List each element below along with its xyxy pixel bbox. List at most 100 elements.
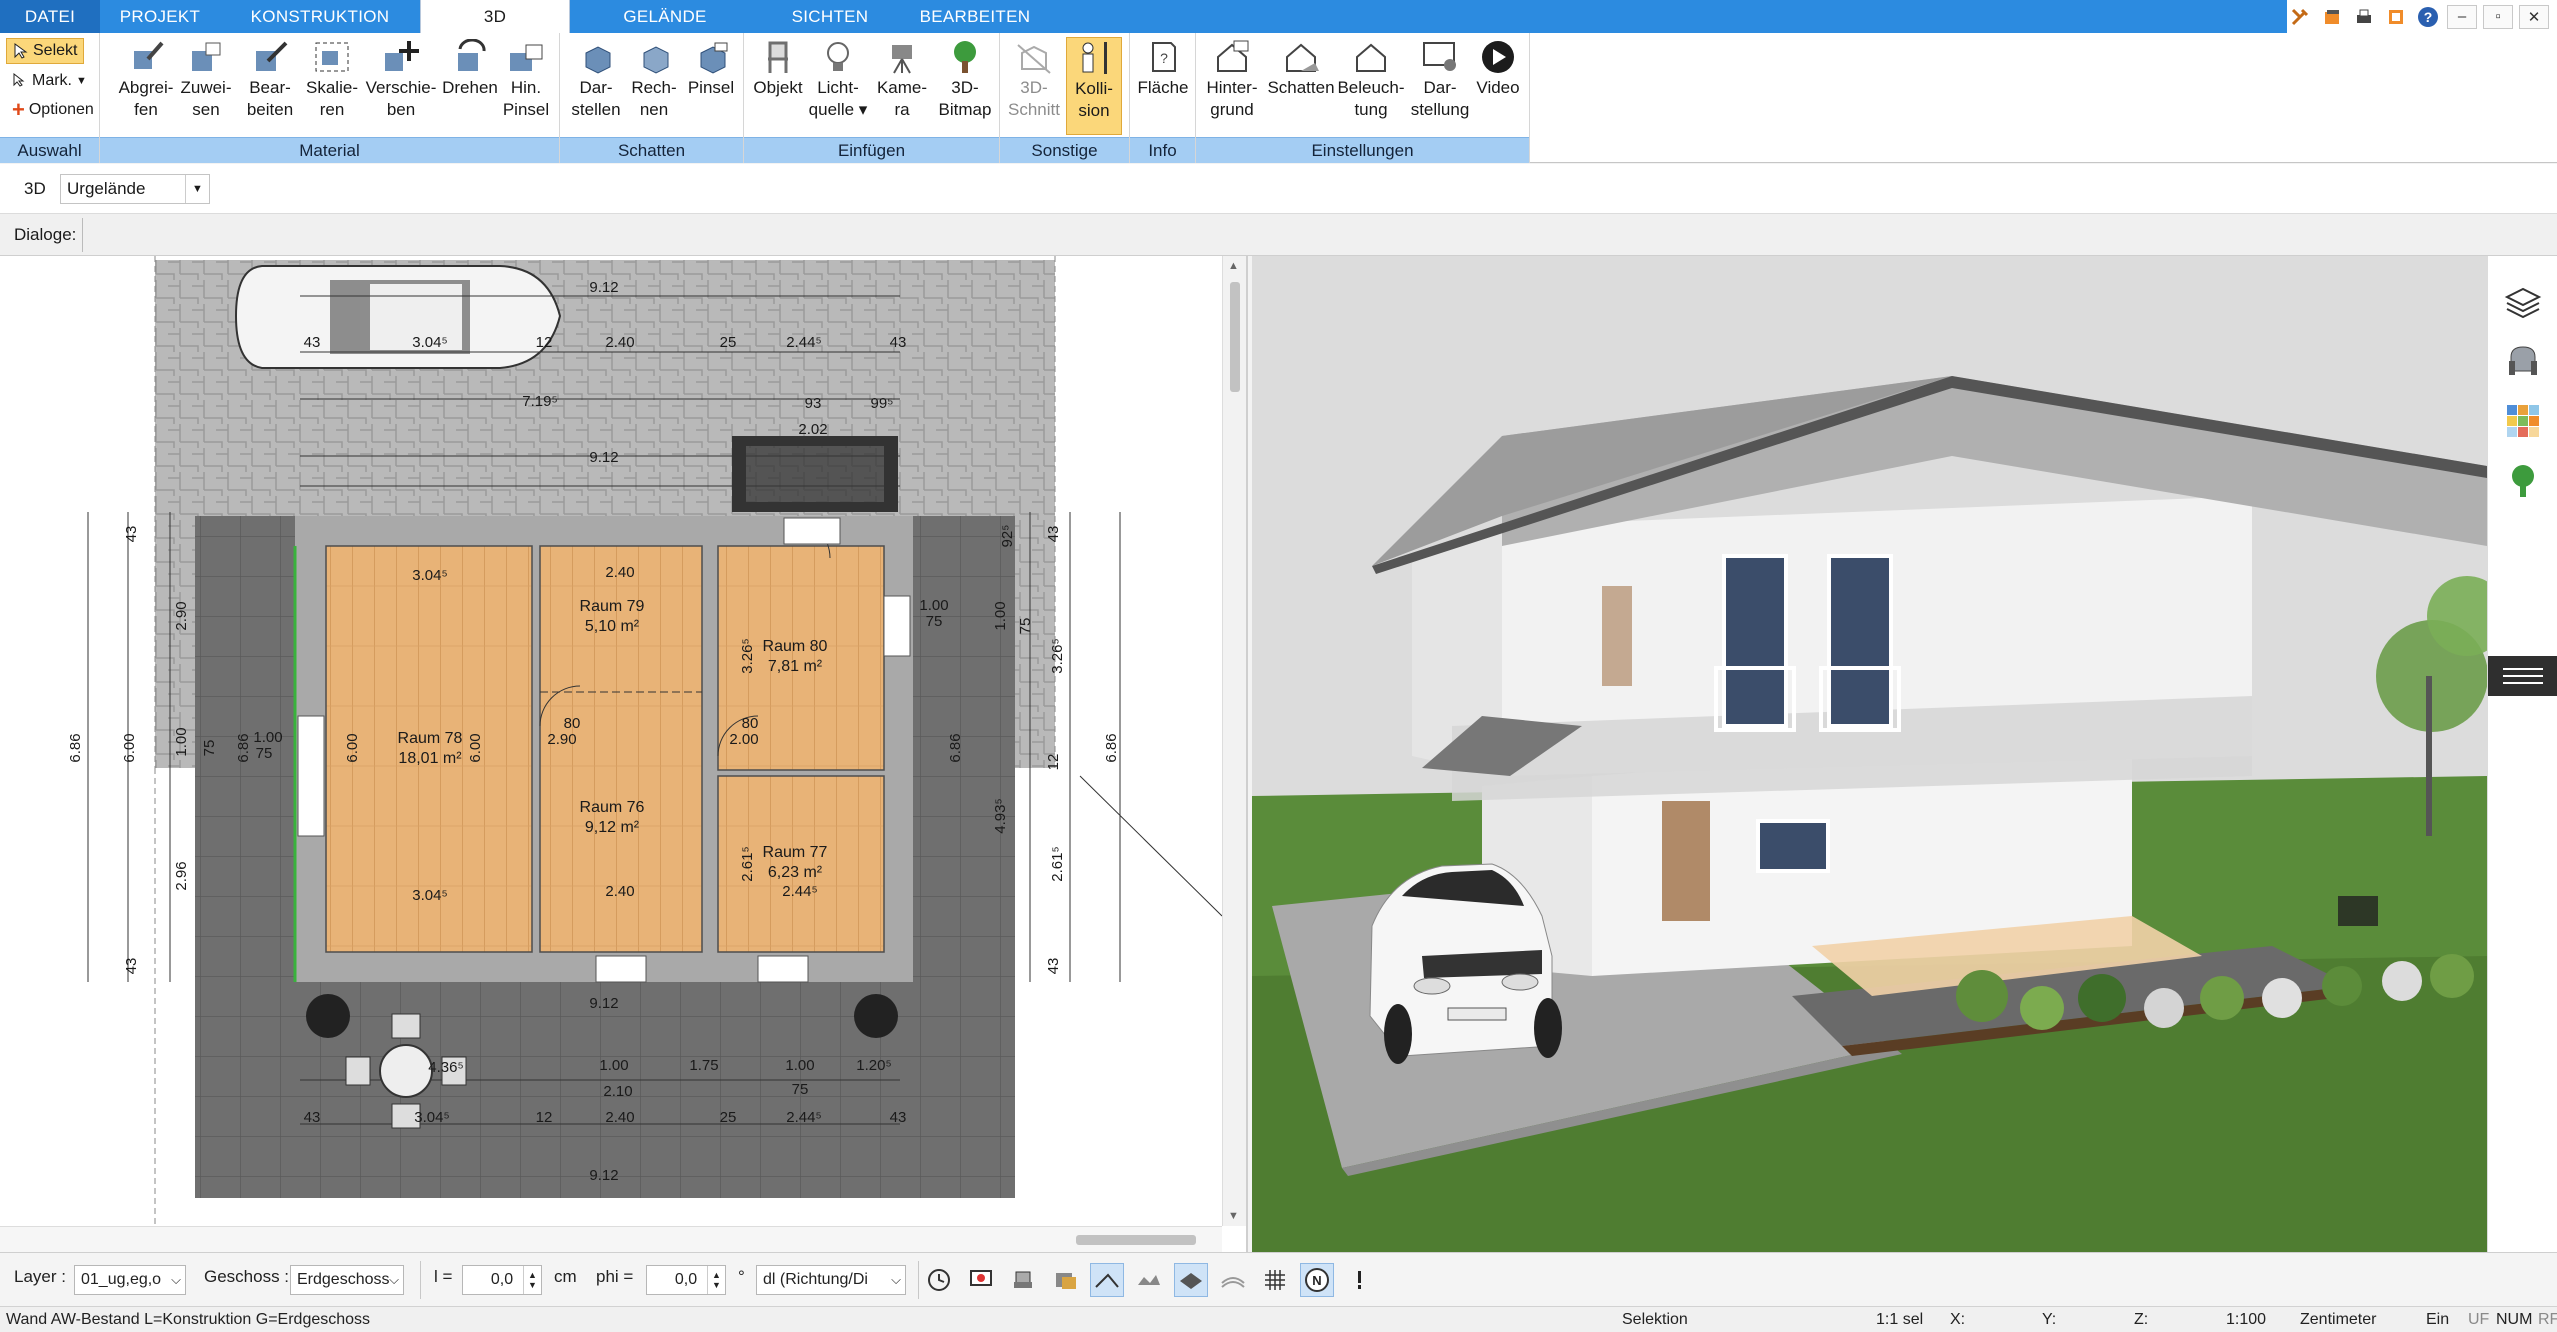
optionen-button[interactable]: + Optionen	[6, 97, 100, 123]
tab-konstruktion[interactable]: KONSTRUKTION	[220, 0, 420, 33]
hin-pinsel-button[interactable]: Hin. Pinsel	[500, 37, 552, 135]
scroll-thumb[interactable]	[1230, 282, 1240, 392]
collision-person-icon	[1072, 38, 1116, 78]
scroll-up-arrow[interactable]: ▲	[1228, 260, 1239, 272]
tab-sichten[interactable]: SICHTEN	[760, 0, 900, 33]
darstellung-button[interactable]: Dar-stellung	[1408, 37, 1472, 135]
tab-bearbeiten[interactable]: BEARBEITEN	[900, 0, 1050, 33]
clock-icon	[928, 1269, 950, 1291]
cursor-icon	[14, 43, 28, 59]
snap-tool-button[interactable]	[1006, 1263, 1040, 1297]
svg-text:6.86: 6.86	[67, 733, 84, 762]
plan-horizontal-scrollbar[interactable]	[0, 1226, 1222, 1252]
tools-icon[interactable]	[2287, 5, 2313, 29]
tab-label: SICHTEN	[791, 6, 869, 26]
room-78-area: 18,01 m²	[398, 750, 462, 767]
length-input[interactable]: 0,0 ▲ ▼	[462, 1265, 542, 1295]
maximize-button[interactable]: ▫	[2483, 4, 2513, 29]
room-80-name: Raum 80	[763, 638, 828, 655]
phi-input[interactable]: 0,0 ▲ ▼	[646, 1265, 726, 1295]
phi-unit: °	[738, 1267, 745, 1286]
svg-text:3.04⁵: 3.04⁵	[412, 887, 447, 904]
shrub	[306, 994, 350, 1038]
history-button[interactable]	[922, 1263, 956, 1297]
view-toolbar: 3D Urgelände ▼	[0, 164, 2557, 214]
selekt-button[interactable]: Selekt	[6, 38, 85, 64]
btn-label: Zuwei-	[180, 78, 232, 97]
objekt-button[interactable]: Objekt	[750, 37, 806, 135]
btn-label: Pinsel	[502, 100, 550, 119]
flaeche-button[interactable]: ? Fläche	[1136, 37, 1190, 135]
plants-catalog-button[interactable]	[2498, 456, 2548, 506]
car-topview[interactable]	[234, 265, 562, 369]
help-icon[interactable]: ?	[2415, 5, 2441, 29]
restore-layout-icon[interactable]	[2319, 5, 2345, 29]
grid-icon	[1265, 1270, 1285, 1290]
lichtquelle-button[interactable]: Licht-quelle ▾	[808, 37, 868, 135]
skalieren-button[interactable]: Skalie-ren	[302, 37, 362, 135]
verschieben-button[interactable]: Verschie-ben	[364, 37, 438, 135]
video-button[interactable]: Video	[1472, 37, 1524, 135]
floor-plan-view[interactable]: Raum 78 18,01 m² Raum 79 5,10 m² Raum 80…	[0, 256, 1248, 1252]
mark-button[interactable]: Mark. ▼	[6, 68, 93, 94]
direction-select[interactable]: dl (Richtung/Di ⌵	[756, 1265, 906, 1295]
3d-bitmap-button[interactable]: 3D- Bitmap	[936, 37, 994, 135]
schatten-pinsel-button[interactable]: Pinsel	[684, 37, 738, 135]
svg-text:7.19⁵: 7.19⁵	[522, 393, 557, 410]
phi-value: 0,0	[674, 1271, 698, 1288]
panel-toggle-button[interactable]	[2488, 656, 2557, 696]
material-catalog-button[interactable]	[2498, 396, 2548, 446]
minimize-button[interactable]: ‒	[2447, 4, 2477, 29]
kollision-button[interactable]: Kolli-sion	[1066, 37, 1122, 135]
slope-tool-button[interactable]	[1090, 1263, 1124, 1297]
terrain-tool-button[interactable]	[1132, 1263, 1166, 1297]
length-label: l =	[434, 1267, 453, 1286]
layer-stack-button[interactable]	[1216, 1263, 1250, 1297]
beleuchtung-button[interactable]: Beleuch-tung	[1336, 37, 1406, 135]
north-button[interactable]: N	[1300, 1263, 1334, 1297]
kamera-button[interactable]: Kame-ra	[874, 37, 930, 135]
slope-icon	[1095, 1273, 1119, 1288]
svg-text:25: 25	[720, 1109, 737, 1126]
bearbeiten-button[interactable]: Bear-beiten	[242, 37, 298, 135]
layers-button[interactable]	[2498, 278, 2548, 328]
more-options-button[interactable]	[1342, 1263, 1376, 1297]
object-tool-button[interactable]	[1048, 1263, 1082, 1297]
status-selection: 1:1 sel	[1876, 1311, 1924, 1328]
print-icon[interactable]	[2351, 5, 2377, 29]
terrain-select[interactable]: Urgelände ▼	[60, 174, 210, 204]
schatten-einstellung-button[interactable]: Schatten	[1266, 37, 1336, 135]
tab-datei[interactable]: DATEI	[0, 0, 100, 33]
grid-button[interactable]	[1258, 1263, 1292, 1297]
svg-text:6.00: 6.00	[121, 733, 138, 762]
close-button[interactable]: ✕	[2519, 4, 2549, 29]
mark-label: Mark.	[32, 72, 72, 89]
abgreifen-button[interactable]: Abgrei-fen	[119, 37, 173, 135]
darstellen-button[interactable]: Dar-stellen	[568, 37, 624, 135]
tab-label: BEARBEITEN	[919, 6, 1031, 26]
spinner-icon[interactable]: ▲ ▼	[523, 1266, 541, 1294]
3d-schnitt-button[interactable]: 3D- Schnitt	[1006, 37, 1062, 135]
zuweisen-button[interactable]: Zuwei-sen	[180, 37, 232, 135]
plane-tool-button[interactable]	[1174, 1263, 1208, 1297]
furniture-catalog-button[interactable]	[2498, 336, 2548, 386]
layer-select[interactable]: 01_ug,eg,og ⌵	[74, 1265, 186, 1295]
plan-vertical-scrollbar[interactable]: ▲ ▼	[1222, 256, 1246, 1226]
screen-record-button[interactable]	[964, 1263, 998, 1297]
drehen-button[interactable]: Drehen	[440, 37, 500, 135]
horizontal-scroll-thumb[interactable]	[1076, 1235, 1196, 1245]
svg-text:12: 12	[536, 334, 553, 351]
3d-view[interactable]	[1252, 256, 2487, 1252]
3d-canvas[interactable]	[1252, 256, 2487, 1252]
window-list-icon[interactable]	[2383, 5, 2409, 29]
rechnen-button[interactable]: Rech-nen	[626, 37, 682, 135]
floor-plan-canvas[interactable]: Raum 78 18,01 m² Raum 79 5,10 m² Raum 80…	[0, 256, 1222, 1226]
svg-text:2.40: 2.40	[605, 1109, 634, 1126]
scroll-down-arrow[interactable]: ▼	[1228, 1210, 1239, 1222]
geschoss-select[interactable]: Erdgeschoss ⌵	[290, 1265, 404, 1295]
tab-gelaende[interactable]: GELÄNDE	[570, 0, 760, 33]
spinner-icon[interactable]: ▲ ▼	[707, 1266, 725, 1294]
hintergrund-button[interactable]: Hinter-grund	[1200, 37, 1264, 135]
tab-projekt[interactable]: PROJEKT	[100, 0, 220, 33]
tab-3d[interactable]: 3D	[420, 0, 570, 33]
